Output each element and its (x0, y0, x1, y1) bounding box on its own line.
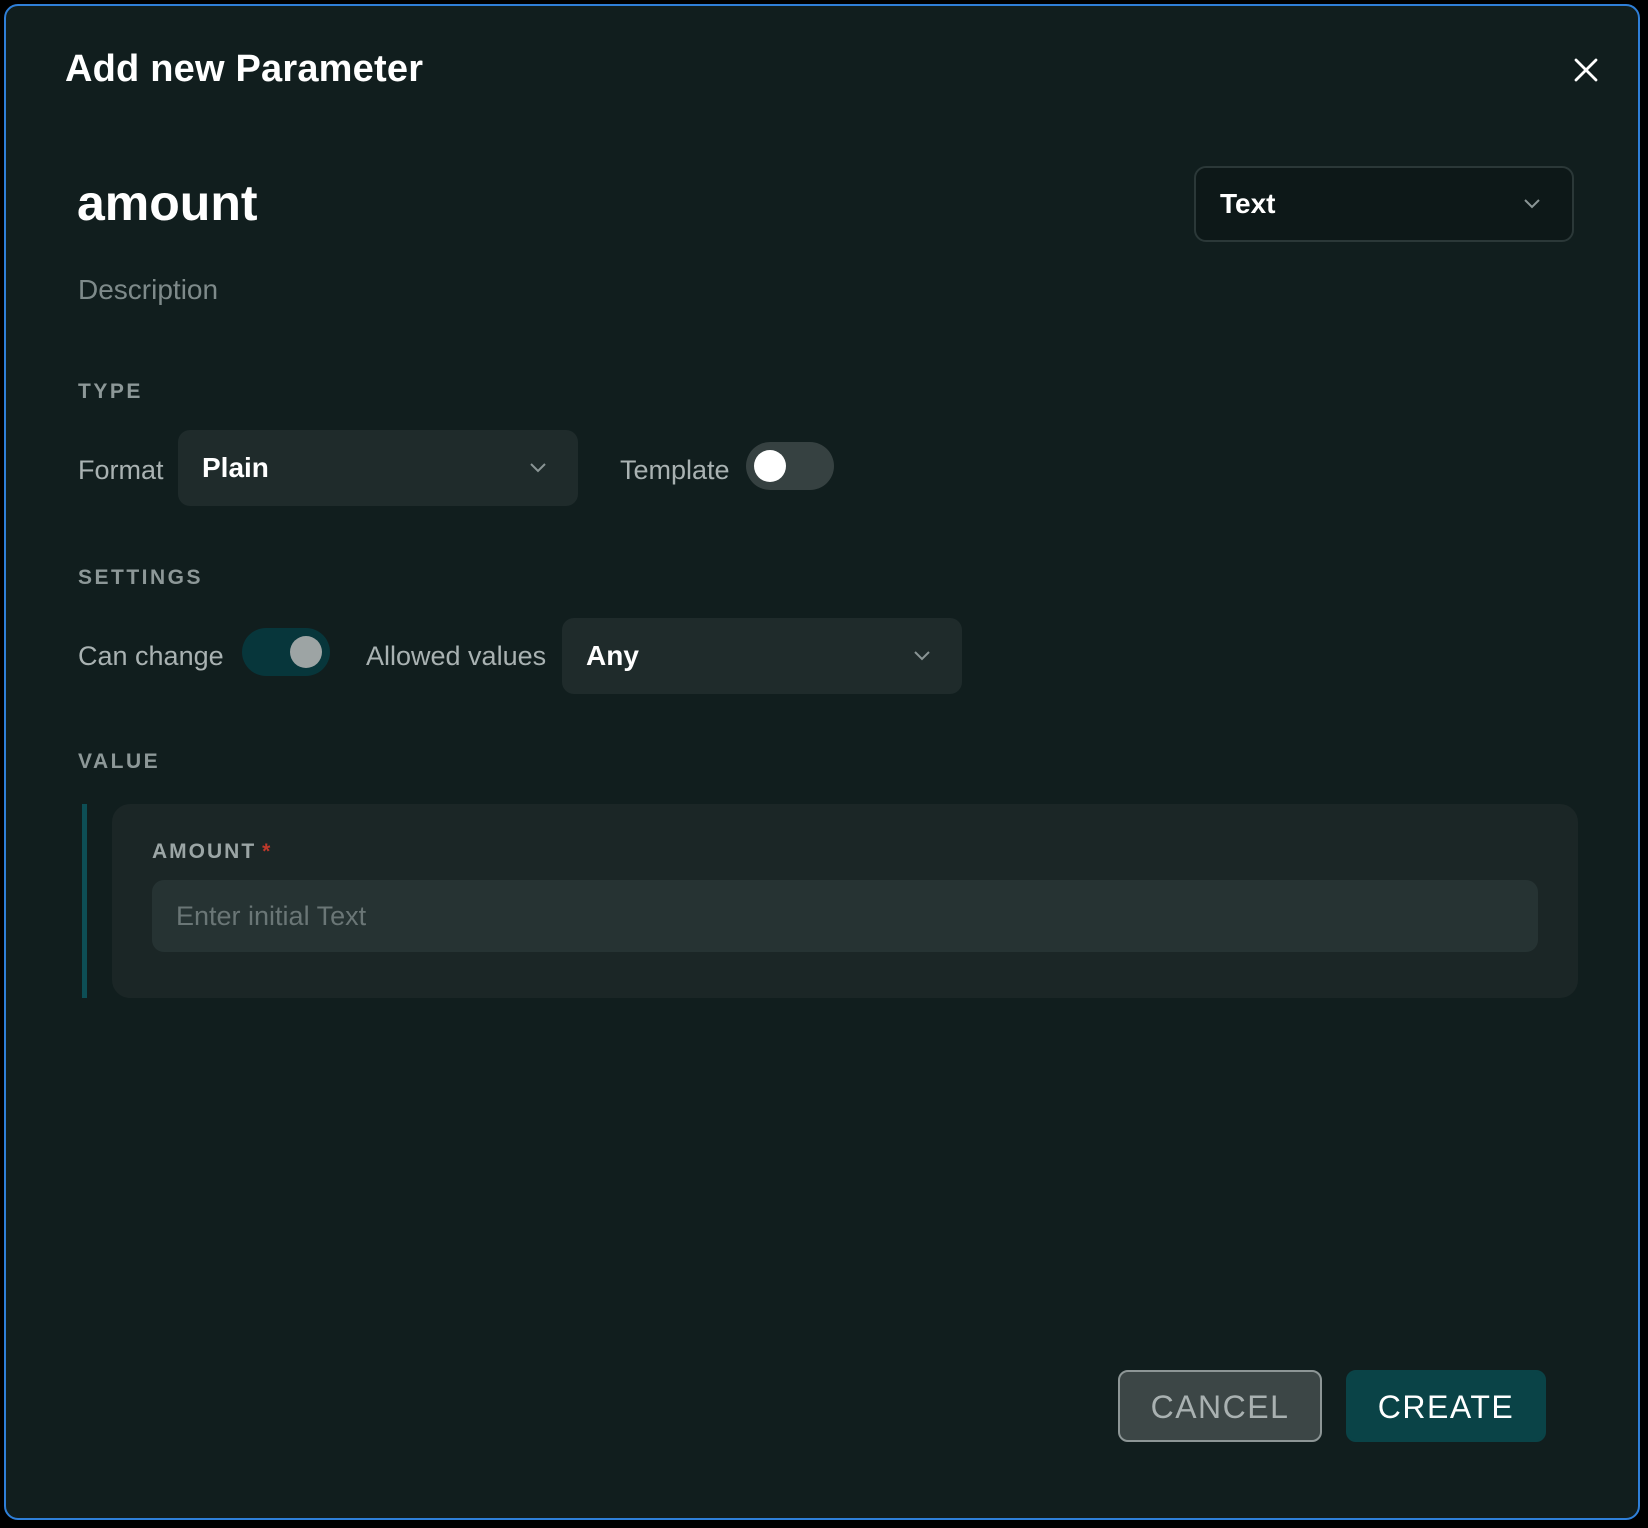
chevron-down-icon (530, 463, 546, 473)
close-icon (1574, 58, 1598, 82)
toggle-knob (754, 450, 786, 482)
cancel-button[interactable]: CANCEL (1118, 1370, 1322, 1442)
amount-field-label: AMOUNT * (152, 840, 272, 864)
add-parameter-dialog: Add new Parameter amount Description Tex… (4, 4, 1640, 1520)
data-type-value: Text (1220, 188, 1276, 219)
create-button[interactable]: CREATE (1346, 1370, 1546, 1442)
allowed-values-label: Allowed values (366, 641, 547, 671)
value-card: AMOUNT * (112, 804, 1578, 998)
can-change-toggle[interactable] (242, 628, 330, 676)
amount-label-text: AMOUNT (152, 840, 257, 863)
chevron-down-icon (1524, 199, 1540, 209)
chevron-down-icon (914, 651, 930, 661)
format-label: Format (78, 455, 164, 485)
template-label: Template (620, 455, 730, 485)
description-field[interactable]: Description (78, 274, 218, 306)
template-toggle[interactable] (746, 442, 834, 490)
allowed-values-value: Any (586, 640, 639, 671)
value-accent-bar (82, 804, 87, 998)
format-value: Plain (202, 452, 269, 483)
can-change-label: Can change (78, 641, 224, 671)
required-marker: * (262, 840, 273, 863)
settings-section-heading: SETTINGS (78, 566, 204, 589)
data-type-select[interactable]: Text (1194, 166, 1574, 242)
toggle-knob (290, 636, 322, 668)
close-button[interactable] (1570, 54, 1602, 86)
value-section-heading: VALUE (78, 750, 161, 773)
dialog-title: Add new Parameter (65, 48, 424, 90)
amount-input[interactable] (152, 880, 1538, 952)
type-section-heading: TYPE (78, 380, 143, 403)
parameter-name[interactable]: amount (77, 174, 258, 232)
allowed-values-select[interactable]: Any (562, 618, 962, 694)
format-select[interactable]: Plain (178, 430, 578, 506)
